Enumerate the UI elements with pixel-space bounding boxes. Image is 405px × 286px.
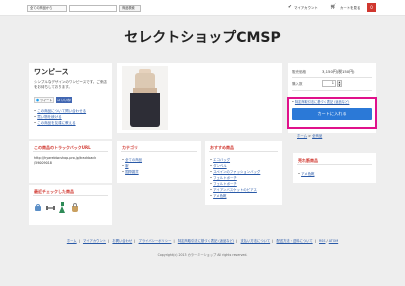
tweet-button[interactable]: ● ツイート [34, 97, 54, 103]
divider [33, 151, 108, 152]
recent-thumb-dumbbell[interactable] [46, 204, 55, 212]
product-link-continue[interactable]: • 買い物を続ける [34, 115, 62, 119]
add-to-cart-button[interactable]: カートに入れる [292, 108, 372, 120]
cart-count-badge[interactable]: 0 [367, 3, 376, 12]
divider [297, 164, 372, 165]
footer-links: ホーム | マイアカウント | お問い合わせ | プライバシーポリシー | 特定… [66, 239, 339, 243]
footer-link-legal[interactable]: 特定商取引法に基づく表記 (返品など) [178, 239, 234, 243]
recommend-item[interactable]: • スペインのファッションバッグ [210, 170, 260, 174]
recommend-item[interactable]: • エコバッグ [210, 158, 230, 162]
footer-link-rss[interactable]: RSS [319, 239, 325, 243]
copyright: Copyright(c) 2013 カラーミーショップ All rights r… [157, 253, 248, 257]
product-link-inquiry-label[interactable]: この商品について問い合わせる [37, 109, 86, 113]
search-input[interactable] [69, 5, 117, 12]
my-account-link[interactable]: マイアカウント [294, 6, 318, 10]
recent-thumb-bag[interactable] [34, 203, 42, 212]
product-description: シンプルなデザインのワンピースです。ご来店をお待ちしております。 [34, 80, 107, 90]
product-image[interactable] [122, 66, 168, 130]
legal-link[interactable]: • 特定商取引法に基づく表記 (返品など) [292, 100, 350, 105]
product-link-share-label[interactable]: この商品を友達に教える [37, 121, 75, 125]
trackback-url-line2: /59009018 [34, 161, 52, 165]
divider [292, 77, 372, 78]
footer-link-privacy[interactable]: プライバシーポリシー [139, 239, 172, 243]
bird-icon: ● [36, 98, 40, 102]
thumbs-up-icon: 👍︎ [57, 98, 61, 102]
category-item[interactable]: • 国際雑貨 [122, 170, 139, 174]
footer-link-contact[interactable]: お問い合わせ [112, 239, 132, 243]
quantity-input[interactable]: 1 [322, 80, 336, 87]
divider [121, 151, 197, 152]
recommend-item[interactable]: • アイアンバスケットのピアス [210, 188, 257, 192]
divider [33, 195, 108, 196]
recent-thumb-dress[interactable] [59, 202, 66, 213]
breadcrumb-home[interactable]: ホーム [297, 134, 307, 138]
product-link-continue-label[interactable]: 買い物を続ける [37, 115, 62, 119]
price-value: 3,150円(税150円) [322, 69, 355, 74]
breadcrumb: ホーム > 全商品 [297, 134, 322, 138]
tweet-label: ツイート [40, 98, 53, 102]
bestseller-item[interactable]: • アメ色靴 [298, 172, 314, 176]
product-name: ワンピース [34, 68, 69, 76]
like-button[interactable]: 👍︎ いいね! [56, 97, 72, 103]
recommend-item[interactable]: • アメ色靴 [210, 194, 226, 198]
search-button[interactable]: 商品検索 [119, 5, 141, 12]
price-label: 販売価格 [292, 70, 306, 74]
product-link-inquiry[interactable]: • この商品について問い合わせる [34, 109, 86, 113]
footer-link-shipping[interactable]: 配送方法・送料について [276, 239, 312, 243]
footer-link-payment[interactable]: 支払い方法について [241, 239, 271, 243]
legal-link-label[interactable]: 特定商取引法に基づく表記 (返品など) [295, 100, 350, 104]
category-select[interactable]: 全ての商品から [27, 5, 67, 12]
recommend-item[interactable]: • フェルトポーチ [210, 182, 237, 186]
divider [209, 151, 278, 152]
like-label: いいね! [61, 98, 72, 102]
quantity-label: 購入数 [292, 82, 303, 86]
recent-thumb-basket[interactable] [71, 203, 79, 212]
site-title[interactable]: セレクトショップCMSP [0, 27, 405, 47]
cart-link[interactable]: カートを見る [340, 6, 360, 10]
category-item[interactable]: • 全ての商品 [122, 158, 142, 162]
footer-link-account[interactable]: マイアカウント [83, 239, 106, 243]
recommend-item[interactable]: • ダンベル [210, 164, 227, 168]
breadcrumb-current[interactable]: 全商品 [312, 134, 322, 138]
footer-link-home[interactable]: ホーム [67, 239, 77, 243]
recommend-item[interactable]: • フェルトポーチ [210, 176, 237, 180]
footer-link-atom[interactable]: ATOM [329, 239, 338, 243]
product-link-share[interactable]: • この商品を友達に教える [34, 121, 76, 125]
check-icon: ✔ [288, 5, 292, 10]
divider [292, 90, 372, 91]
breadcrumb-separator: > [308, 134, 311, 138]
category-item[interactable]: • 服 [122, 164, 128, 168]
cart-icon: 🛒︎ [330, 4, 337, 10]
quantity-stepper[interactable]: ▲ ▼ [337, 80, 342, 87]
